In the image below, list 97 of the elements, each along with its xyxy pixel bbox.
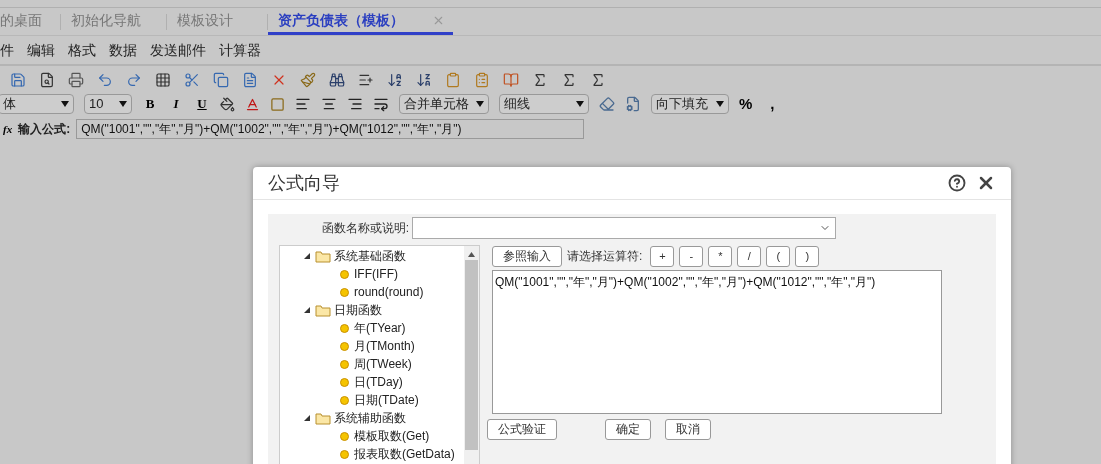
tree-item[interactable]: 周(TWeek) <box>354 355 412 373</box>
cut-icon[interactable] <box>184 72 200 88</box>
formula-input[interactable]: QM("1001","","年","月")+QM("1002","","年","月")+QM("1012","","年","月") <box>76 119 585 139</box>
document-icon[interactable] <box>242 72 258 88</box>
operator-label: 请选择运算符: <box>567 248 643 265</box>
list-edit-icon[interactable] <box>358 72 374 88</box>
merge-select[interactable]: 合并单元格 <box>399 94 489 114</box>
print-icon[interactable] <box>68 72 84 88</box>
grid-icon[interactable] <box>155 72 171 88</box>
format-icon[interactable] <box>625 96 641 112</box>
fill-color-icon[interactable] <box>220 96 235 112</box>
font-select[interactable]: 体 <box>0 94 74 114</box>
eraser-icon[interactable] <box>599 96 615 112</box>
sum-icon[interactable] <box>532 72 548 88</box>
line-style-select[interactable]: 细线 <box>499 94 589 114</box>
dropdown-arrow-icon[interactable] <box>476 101 484 107</box>
copy-icon[interactable] <box>213 72 229 88</box>
formula-textarea[interactable]: QM("1001","","年","月")+QM("1002","","年","月")+QM("1012","","年","月") <box>492 270 942 414</box>
folder-icon <box>315 411 331 425</box>
tree-folder[interactable]: 系统辅助函数 <box>334 409 406 427</box>
bold-button[interactable]: B <box>142 94 158 114</box>
menu-item[interactable]: 数据 <box>109 39 137 61</box>
operator-button[interactable]: ) <box>795 245 820 267</box>
dialog-title: 公式向导 <box>268 171 340 195</box>
tree-item[interactable]: 模板取数(Get) <box>354 427 430 445</box>
dropdown-arrow-icon[interactable] <box>119 101 127 107</box>
function-icon: fx <box>3 120 13 138</box>
comma-button[interactable]: , <box>762 92 783 116</box>
bullet-icon <box>340 341 349 351</box>
underline-button[interactable]: U <box>194 94 210 114</box>
sum-across-icon[interactable] <box>590 72 606 88</box>
expand-arrow-icon[interactable] <box>304 253 310 259</box>
operator-button[interactable]: + <box>650 245 675 267</box>
percent-button[interactable]: % <box>739 92 753 116</box>
book-icon[interactable] <box>503 72 519 88</box>
redo-icon[interactable] <box>126 72 142 88</box>
brush-icon[interactable] <box>300 72 316 88</box>
dropdown-arrow-icon[interactable] <box>576 101 584 107</box>
bullet-icon <box>340 377 349 387</box>
menu-item[interactable]: 件 <box>0 39 14 61</box>
bullet-icon <box>340 269 349 279</box>
tree-item[interactable]: 年(TYear) <box>354 319 406 337</box>
align-right-icon[interactable] <box>347 96 363 112</box>
menu-item[interactable]: 格式 <box>68 39 96 61</box>
align-center-icon[interactable] <box>321 96 337 112</box>
search-label: 函数名称或说明: <box>320 220 410 237</box>
bullet-icon <box>340 359 349 369</box>
fill-select[interactable]: 向下填充 <box>651 94 729 114</box>
operator-button[interactable]: * <box>708 245 733 267</box>
save-icon[interactable] <box>10 72 26 88</box>
undo-icon[interactable] <box>97 72 113 88</box>
menu-item[interactable]: 计算器 <box>219 39 261 61</box>
bullet-icon <box>340 449 349 459</box>
font-color-icon[interactable] <box>245 96 260 112</box>
menu-item[interactable]: 编辑 <box>27 39 55 61</box>
dropdown-arrow-icon[interactable] <box>716 101 724 107</box>
folder-icon <box>315 303 331 317</box>
formula-label: 输入公式: <box>18 121 71 138</box>
tree-item[interactable]: 报表取数(GetData) <box>354 445 455 463</box>
scrollbar[interactable] <box>464 246 479 464</box>
tree-item[interactable]: 日期(TDate) <box>354 391 419 409</box>
scroll-up-icon[interactable] <box>468 252 475 257</box>
dropdown-arrow-icon[interactable] <box>61 101 69 107</box>
tree-item[interactable]: 月(TMonth) <box>354 337 415 355</box>
bullet-icon <box>340 323 349 333</box>
find-icon[interactable] <box>329 72 345 88</box>
dialog-button[interactable]: 公式验证 <box>487 418 557 440</box>
expand-arrow-icon[interactable] <box>304 307 310 313</box>
tree-folder[interactable]: 系统基础函数 <box>334 247 406 265</box>
tree-item[interactable]: IFF(IFF) <box>354 265 398 283</box>
bullet-icon <box>340 395 349 405</box>
clipboard-list-icon[interactable] <box>474 72 490 88</box>
sort-descending-icon[interactable] <box>416 72 432 88</box>
folder-icon <box>315 249 331 263</box>
operator-button[interactable]: / <box>737 245 762 267</box>
dialog-button[interactable]: 确定 <box>605 418 651 440</box>
clipboard-icon[interactable] <box>445 72 461 88</box>
print-preview-icon[interactable] <box>39 72 55 88</box>
tree-folder[interactable]: 日期函数 <box>334 301 382 319</box>
wrap-text-icon[interactable] <box>373 96 389 112</box>
reference-input-button[interactable]: 参照输入 <box>492 245 562 267</box>
dialog-button[interactable]: 取消 <box>665 418 711 440</box>
tab[interactable]: 资产负债表（模板） <box>268 8 453 35</box>
sort-ascending-icon[interactable] <box>387 72 403 88</box>
bullet-icon <box>340 287 349 297</box>
help-icon[interactable] <box>948 174 966 192</box>
tree-item[interactable]: round(round) <box>354 283 424 301</box>
tree-item[interactable]: 日(TDay) <box>354 373 403 391</box>
align-left-icon[interactable] <box>295 96 311 112</box>
expand-arrow-icon[interactable] <box>304 415 310 421</box>
operator-button[interactable]: ( <box>766 245 791 267</box>
sum-down-icon[interactable] <box>561 72 577 88</box>
operator-button[interactable]: - <box>679 245 704 267</box>
bullet-icon <box>340 431 349 441</box>
font-size-select[interactable]: 10 <box>84 94 132 114</box>
menu-item[interactable]: 发送邮件 <box>150 39 206 61</box>
italic-button[interactable]: I <box>168 94 184 114</box>
